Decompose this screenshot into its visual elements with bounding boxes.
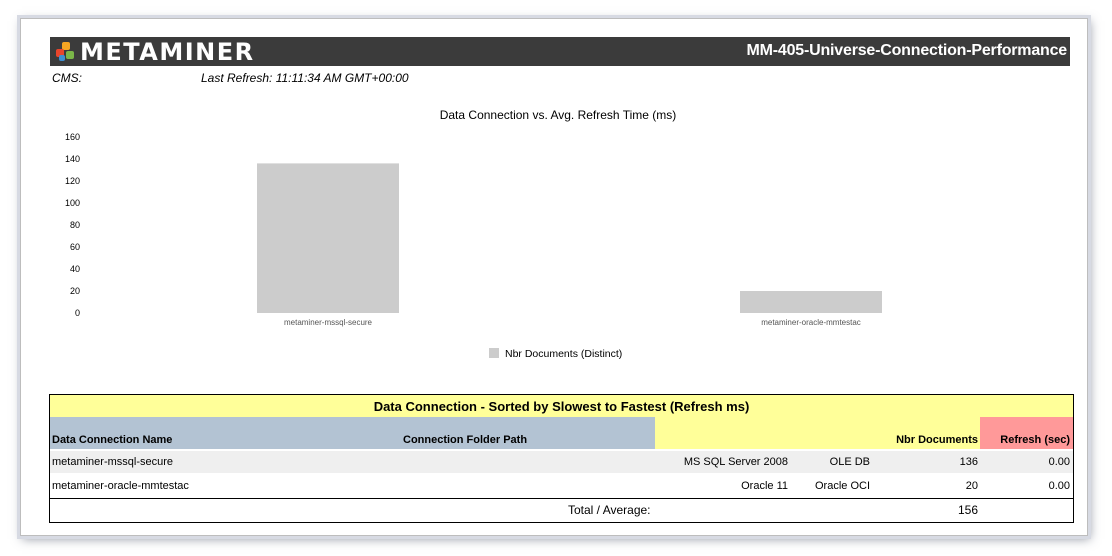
total-nbr-documents: 156: [957, 503, 978, 517]
cell-database: Oracle 11: [741, 480, 788, 492]
cell-refresh-sec: 0.00: [1048, 480, 1070, 492]
cell-database: MS SQL Server 2008: [683, 456, 788, 468]
cell-connection-name: metaminer-mssql-secure: [52, 456, 174, 468]
column-header-docs: Nbr Documents: [896, 434, 978, 446]
table-row: metaminer-oracle-mmtestac Oracle 11 Orac…: [50, 475, 1073, 497]
logo-text: METAMINER: [80, 38, 255, 66]
table-row: metaminer-mssql-secure MS SQL Server 200…: [50, 451, 1073, 473]
cell-driver: OLE DB: [829, 456, 870, 468]
logo-mark-icon: [56, 42, 76, 62]
total-label: Total / Average:: [568, 503, 651, 517]
column-header-folder: Connection Folder Path: [403, 434, 528, 446]
cell-refresh-sec: 0.00: [1048, 456, 1070, 468]
table-title: Data Connection - Sorted by Slowest to F…: [50, 395, 1073, 417]
total-divider: [50, 498, 1073, 499]
cell-nbr-documents: 136: [959, 456, 978, 468]
cms-label: CMS:: [52, 71, 82, 85]
column-header-name: Data Connection Name: [52, 434, 173, 446]
data-connection-table: Data Connection - Sorted by Slowest to F…: [49, 394, 1074, 523]
report-header: METAMINER MM-405-Universe-Connection-Per…: [50, 37, 1070, 66]
report-title: MM-405-Universe-Connection-Performance: [746, 42, 1068, 59]
last-refresh-label: Last Refresh: 11:11:34 AM GMT+00:00: [201, 71, 409, 85]
cell-nbr-documents: 20: [965, 480, 978, 492]
cell-connection-name: metaminer-oracle-mmtestac: [52, 480, 189, 492]
cell-driver: Oracle OCI: [814, 480, 870, 492]
metaminer-logo: METAMINER: [56, 38, 255, 66]
column-header-refresh: Refresh (sec): [1000, 434, 1070, 446]
